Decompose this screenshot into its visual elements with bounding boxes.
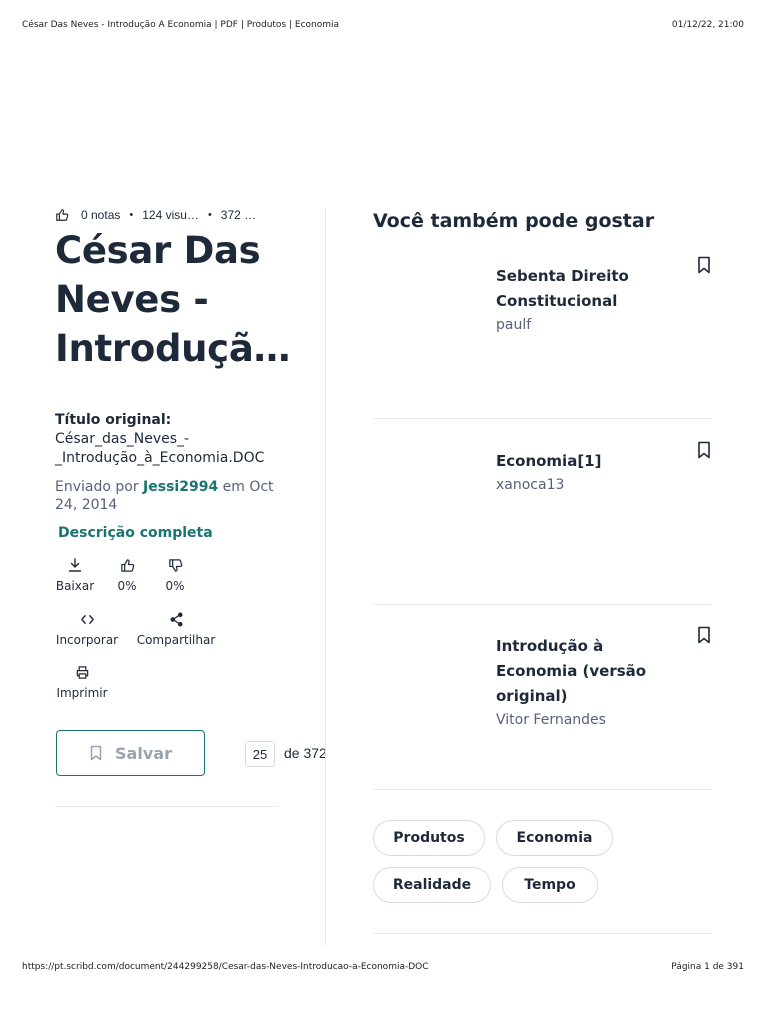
download-icon [67,557,83,573]
bookmark-icon[interactable] [697,626,711,644]
print-footer-page: Página 1 de 391 [671,962,744,972]
views-count: 124 visu… [142,208,199,222]
divider [373,933,712,934]
like-button[interactable]: 0% [114,557,140,593]
print-button[interactable]: Imprimir [56,664,108,700]
uploader-link[interactable]: Jessi2994 [143,479,218,495]
download-label: Baixar [55,579,95,593]
save-label: Salvar [115,743,172,763]
recommendations-heading: Você também pode gostar [373,210,655,232]
divider [373,418,712,419]
document-title: César Das Neves - Introduçã… [55,229,291,370]
share-label: Compartilhar [136,633,216,647]
ratings-count: 0 notas [81,208,121,222]
original-title-value: César_das_Neves_-_Introdução_à_Economia.… [55,431,265,466]
separator-dot: • [207,209,212,221]
save-button[interactable]: Salvar [56,730,205,776]
sent-by-prefix: Enviado por [55,479,139,495]
original-title-label: Título original: [55,412,172,428]
thumbs-down-icon [167,557,183,573]
page-number-input[interactable]: 25 [245,741,275,767]
column-divider [325,208,326,946]
embed-label: Incorporar [55,633,119,647]
divider [55,806,278,807]
bookmark-icon[interactable] [697,441,711,459]
print-label: Imprimir [56,686,108,700]
thumbs-up-icon [119,557,135,573]
code-icon [79,611,95,627]
bookmark-icon [89,745,103,761]
like-percent: 0% [117,579,137,593]
recommendation-title[interactable]: Introdução à Economia (versão original) [496,634,686,709]
recommendation-author: xanoca13 [496,477,565,493]
tag-chip[interactable]: Realidade [373,867,491,903]
separator-dot: • [129,209,134,221]
tag-chip[interactable]: Tempo [502,867,598,903]
share-button[interactable]: Compartilhar [136,611,216,647]
print-footer-url: https://pt.scribd.com/document/244299258… [22,962,429,972]
recommendation-title[interactable]: Economia[1] [496,449,686,474]
recommendation-item[interactable]: Sebenta Direito Constitucional paulf [496,264,686,336]
uploader-info: Enviado por Jessi2994 em Oct 24, 2014 [55,478,295,514]
tag-chip[interactable]: Produtos [373,820,485,856]
printer-icon [74,664,90,680]
divider [373,789,712,790]
recommendation-author: Vitor Fernandes [496,712,606,728]
dislike-percent: 0% [165,579,185,593]
recommendation-author: paulf [496,317,532,333]
page-total: de 372 [284,745,327,761]
share-icon [168,611,184,627]
bookmark-icon[interactable] [697,256,711,274]
embed-button[interactable]: Incorporar [56,611,118,647]
recommendation-item[interactable]: Economia[1] xanoca13 [496,449,686,496]
original-title: Título original: César_das_Neves_-_Intro… [55,411,285,468]
print-header-datetime: 01/12/22, 21:00 [671,20,744,30]
download-button[interactable]: Baixar [56,557,94,593]
dislike-button[interactable]: 0% [162,557,188,593]
document-stats: 0 notas • 124 visu… • 372 … [55,208,256,222]
divider [373,604,712,605]
full-description-link[interactable]: Descrição completa [58,525,213,541]
pages-count: 372 … [220,208,257,222]
print-header-title: César Das Neves - Introdução A Economia … [22,20,340,30]
thumbs-up-icon [55,208,69,222]
recommendation-title[interactable]: Sebenta Direito Constitucional [496,264,686,314]
tag-chip[interactable]: Economia [496,820,613,856]
recommendation-item[interactable]: Introdução à Economia (versão original) … [496,634,686,731]
